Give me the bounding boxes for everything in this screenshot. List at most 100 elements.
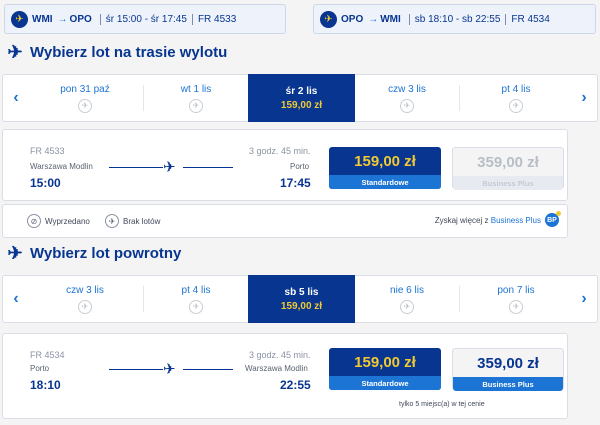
arrival-time: 17:45: [280, 176, 311, 190]
legend-no-flights: ✈ Brak lotów: [105, 214, 160, 228]
divider: [99, 13, 101, 25]
summary-flight-number: FR 4533: [197, 13, 237, 25]
arrow-right-icon: →: [57, 13, 68, 25]
return-title-text: Wybierz lot powrotny: [30, 244, 182, 262]
departure-airport: Porto: [30, 364, 50, 373]
airplane-icon: ✈: [7, 41, 23, 62]
return-section-title: ✈ Wybierz lot powrotny: [0, 241, 181, 265]
standard-fare-button[interactable]: 159,00 zł Standardowe: [329, 147, 441, 189]
date-option-selected[interactable]: śr 2 lis 159,00 zł: [248, 74, 355, 122]
date-label: pt 4 lis: [501, 83, 531, 95]
no-flight-icon: ✈: [78, 299, 92, 314]
summary-to: WMI: [380, 13, 401, 25]
date-option[interactable]: czw 3 lis ✈: [355, 75, 459, 121]
fare-label: Standardowe: [329, 175, 441, 189]
departure-airport: Warszawa Modlin: [30, 162, 93, 171]
date-label: nie 6 lis: [390, 284, 424, 296]
return-flight-card[interactable]: FR 4534 Porto 18:10 ✈ 3 godz. 45 min. Wa…: [2, 333, 568, 419]
divider: [408, 13, 410, 25]
summary-flight-number: FR 4534: [511, 13, 550, 25]
date-label: czw 3 lis: [388, 83, 426, 95]
summary-from: OPO: [341, 13, 364, 25]
arrival-airport: Warszawa Modlin: [245, 364, 308, 373]
chevron-right-icon[interactable]: ›: [571, 75, 597, 121]
no-flight-icon: ✈: [509, 98, 523, 113]
return-date-bar: ‹ czw 3 lis ✈ pt 4 lis ✈ sb 5 lis 159,00…: [2, 275, 598, 323]
business-plus-fare-button: 359,00 zł Business Plus: [452, 147, 564, 190]
fare-price: 359,00 zł: [477, 354, 539, 372]
date-label: śr 2 lis: [285, 85, 318, 97]
flight-duration: 3 godz. 45 min.: [249, 350, 311, 360]
airplane-icon: ✈: [163, 159, 176, 176]
no-flight-icon: ✈: [189, 299, 203, 314]
fare-label: Business Plus: [453, 176, 563, 190]
outbound-title-text: Wybierz lot na trasie wylotu: [30, 43, 228, 61]
date-option[interactable]: pon 7 lis ✈: [460, 276, 572, 322]
summary-schedule: śr 15:00 - śr 17:45: [105, 13, 187, 25]
flight-number: FR 4533: [30, 146, 65, 156]
no-flight-icon: ✈: [189, 98, 203, 113]
fare-label: Business Plus: [453, 377, 563, 391]
outbound-flight-card[interactable]: FR 4533 Warszawa Modlin 15:00 ✈ 3 godz. …: [2, 129, 568, 201]
departure-time: 18:10: [30, 378, 61, 392]
flight-duration: 3 godz. 45 min.: [249, 146, 311, 156]
airplane-icon: ✈: [7, 242, 23, 263]
seats-remaining-note: tylko 5 miejsc(a) w tej cenie: [399, 401, 485, 408]
date-label: pon 31 paź: [60, 83, 110, 95]
arrival-airport: Porto: [290, 162, 310, 171]
date-option[interactable]: wt 1 lis ✈: [144, 75, 248, 121]
return-summary[interactable]: ✈ OPO → WMI sb 18:10 - sb 22:55 FR 4534: [313, 4, 596, 34]
date-label: czw 3 lis: [66, 284, 104, 296]
date-option[interactable]: nie 6 lis ✈: [355, 276, 459, 322]
date-option[interactable]: czw 3 lis ✈: [29, 276, 141, 322]
date-option-selected[interactable]: sb 5 lis 159,00 zł: [248, 275, 355, 323]
date-price: 159,00 zł: [280, 300, 323, 312]
date-option[interactable]: pt 4 lis ✈: [460, 75, 572, 121]
flight-line: [109, 167, 163, 168]
divider: [191, 13, 193, 25]
no-flight-icon: ✈: [78, 98, 92, 113]
outbound-date-bar: ‹ pon 31 paź ✈ wt 1 lis ✈ śr 2 lis 159,0…: [2, 74, 598, 122]
summary-from: WMI: [32, 13, 53, 25]
legend-sold-out: ⊘ Wyprzedano: [27, 214, 90, 228]
flight-line: [109, 369, 163, 370]
airplane-icon: ✈: [11, 10, 28, 28]
standard-fare-button[interactable]: 159,00 zł Standardowe: [329, 348, 441, 390]
fare-label: Standardowe: [329, 376, 441, 390]
no-flight-icon: ✈: [509, 299, 523, 314]
fare-price: 159,00 zł: [354, 353, 416, 371]
fare-price: 359,00 zł: [477, 153, 539, 171]
divider: [505, 13, 507, 25]
sold-out-icon: ⊘: [27, 214, 41, 228]
arrival-time: 22:55: [280, 378, 311, 392]
chevron-right-icon[interactable]: ›: [571, 276, 597, 322]
outbound-summary[interactable]: ✈ WMI → OPO śr 15:00 - śr 17:45 FR 4533: [4, 4, 286, 34]
date-label: pon 7 lis: [497, 284, 535, 296]
no-flight-icon: ✈: [400, 98, 414, 113]
no-flight-icon: ✈: [105, 214, 119, 228]
legend-bar: ⊘ Wyprzedano ✈ Brak lotów Zyskaj więcej …: [2, 204, 568, 238]
arrow-right-icon: →: [368, 13, 379, 25]
airplane-icon: ✈: [163, 361, 176, 378]
departure-time: 15:00: [30, 176, 61, 190]
flight-number: FR 4534: [30, 350, 65, 360]
date-price: 159,00 zł: [280, 99, 323, 111]
business-plus-fare-button[interactable]: 359,00 zł Business Plus: [452, 348, 564, 391]
airplane-icon: ✈: [320, 10, 337, 28]
date-option[interactable]: pon 31 paź ✈: [29, 75, 141, 121]
business-plus-promo: Zyskaj więcej z Business Plus: [435, 216, 541, 225]
date-option[interactable]: pt 4 lis ✈: [144, 276, 248, 322]
summary-to: OPO: [69, 13, 92, 25]
flight-line: [183, 369, 233, 370]
fare-price: 159,00 zł: [354, 152, 416, 170]
chevron-left-icon[interactable]: ‹: [3, 276, 29, 322]
promo-text: Zyskaj więcej z: [434, 216, 489, 225]
date-label: pt 4 lis: [181, 284, 211, 296]
business-plus-link[interactable]: Business Plus: [491, 216, 541, 225]
date-label: sb 5 lis: [284, 286, 319, 298]
business-plus-badge-icon: BP: [545, 211, 561, 227]
chevron-left-icon[interactable]: ‹: [3, 75, 29, 121]
summary-schedule: sb 18:10 - sb 22:55: [414, 13, 501, 25]
date-label: wt 1 lis: [180, 83, 212, 95]
no-flight-icon: ✈: [400, 299, 414, 314]
